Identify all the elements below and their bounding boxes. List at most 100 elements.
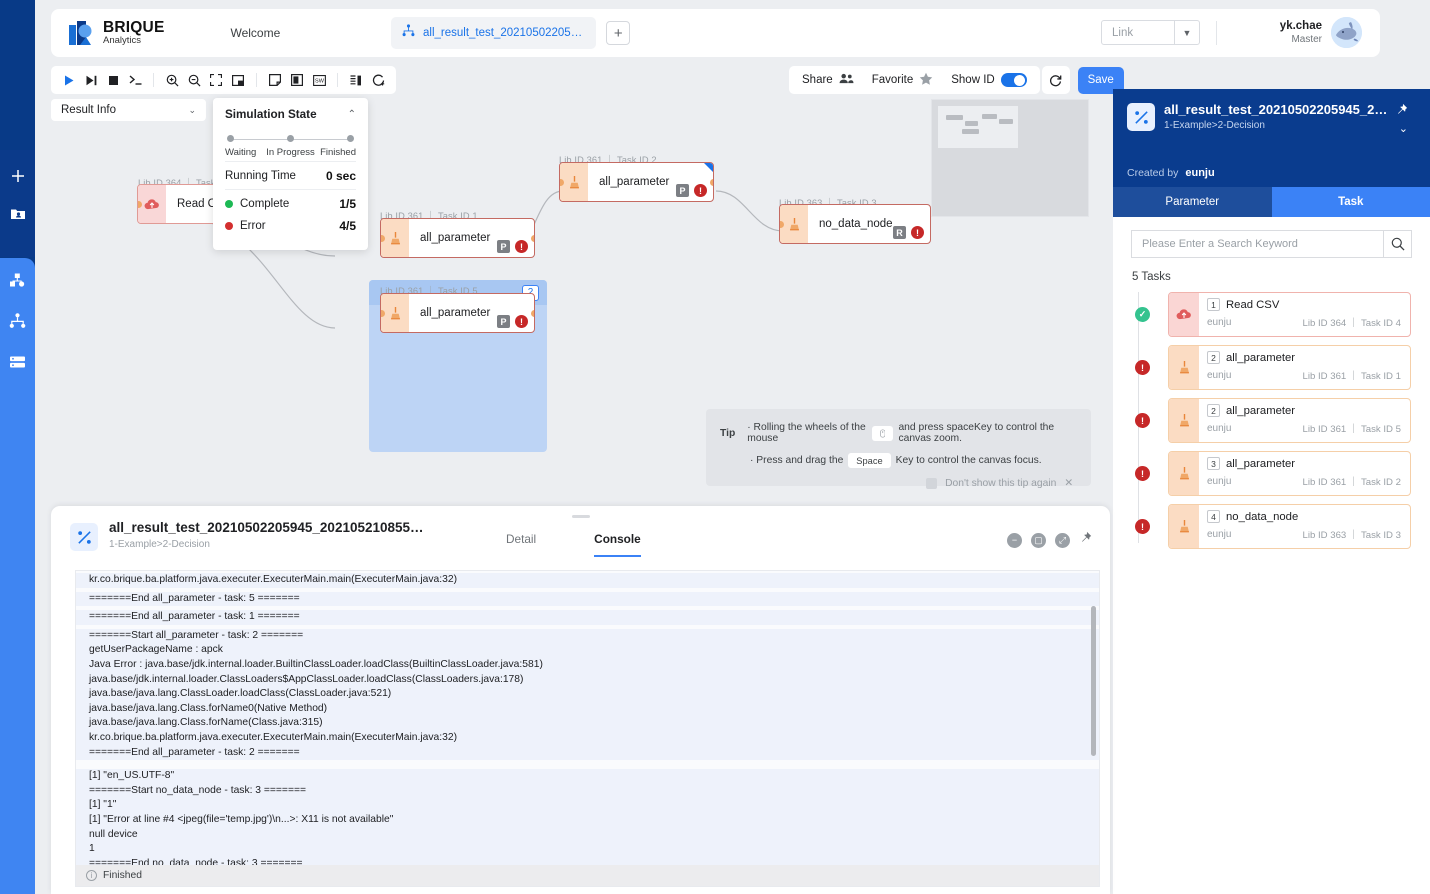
action-group: Share Favorite Show ID — [789, 66, 1040, 94]
task-number: 1 — [1207, 298, 1220, 311]
list-icon[interactable] — [346, 70, 366, 90]
minimap-icon[interactable] — [228, 70, 248, 90]
show-id-toggle[interactable]: Show ID — [942, 66, 1035, 94]
port-in[interactable] — [381, 309, 385, 317]
avatar[interactable] — [1331, 17, 1362, 48]
snapshot-icon[interactable] — [287, 70, 307, 90]
port-out[interactable] — [530, 309, 534, 317]
simulation-progress: Waiting In Progress Finished — [225, 135, 356, 161]
task-card: 4 no_data_node eunju Lib ID 363 ｜ Task I… — [1168, 504, 1411, 549]
port-out[interactable] — [709, 178, 713, 186]
console-line: =======End all_parameter - task: 5 =====… — [89, 592, 300, 604]
result-info-dropdown[interactable]: Result Info ⌄ — [51, 99, 206, 121]
database-icon[interactable] — [8, 352, 28, 372]
show-id-label: Show ID — [951, 74, 995, 86]
hierarchy-icon[interactable] — [8, 311, 28, 331]
port-in[interactable] — [381, 234, 385, 242]
badge-p: P — [497, 240, 510, 253]
console-status-text: Finished — [103, 870, 142, 881]
minimize-icon[interactable]: − — [1007, 532, 1022, 548]
tab-parameter[interactable]: Parameter — [1113, 187, 1272, 217]
canvas-node-all-parameter-2[interactable]: all_parameter P ! — [559, 162, 714, 202]
rail-top-group — [0, 150, 35, 257]
fit-screen-icon[interactable] — [206, 70, 226, 90]
error-status-dot — [225, 222, 233, 230]
canvas-minimap[interactable] — [931, 99, 1089, 217]
user-menu[interactable]: yk.chae Master — [1280, 17, 1362, 48]
step-label-inprogress: In Progress — [266, 147, 315, 158]
add-tab-button[interactable]: + — [606, 21, 631, 45]
node-badges: P ! — [497, 240, 528, 253]
refresh-button[interactable] — [1041, 66, 1070, 94]
favorite-button[interactable]: Favorite — [863, 66, 943, 94]
workflow-nodes-icon[interactable] — [8, 270, 28, 290]
minimap-viewport[interactable] — [938, 106, 1018, 148]
port-out[interactable] — [530, 234, 534, 242]
task-name: no_data_node — [1226, 510, 1299, 523]
note-icon[interactable] — [265, 70, 285, 90]
status-ok-icon: ✓ — [1135, 307, 1150, 322]
step-forward-icon[interactable] — [81, 70, 101, 90]
pin-icon[interactable] — [1079, 531, 1092, 549]
document-tabstrip: all_result_test_20210502205… + — [391, 17, 631, 49]
port-in[interactable] — [780, 220, 784, 228]
link-select-value: Link — [1112, 26, 1134, 39]
tab-detail[interactable]: Detail — [506, 532, 536, 557]
complete-row: Complete 1/5 — [225, 189, 356, 217]
document-tab[interactable]: all_result_test_20210502205… — [391, 17, 597, 49]
port-in[interactable] — [560, 178, 564, 186]
toggle-switch[interactable] — [1000, 73, 1027, 87]
divider — [337, 73, 338, 87]
zoom-out-icon[interactable] — [184, 70, 204, 90]
app-header: BRIQUE Analytics Welcome all_result_test… — [51, 9, 1380, 57]
zoom-in-icon[interactable] — [162, 70, 182, 90]
collapse-icon[interactable]: ⌃ — [348, 109, 356, 120]
broom-icon — [381, 294, 409, 332]
task-list: ✓ 1 Read CSV eunju Lib ID 364 ｜ Task ID … — [1113, 292, 1430, 549]
task-list-item[interactable]: ! 4 no_data_node eunju Lib ID 363 ｜ Task… — [1132, 504, 1430, 549]
share-button[interactable]: Share — [793, 66, 863, 94]
brand-logo[interactable]: BRIQUE Analytics — [68, 19, 164, 47]
task-count-label: 5 Tasks — [1132, 271, 1171, 283]
stop-icon[interactable] — [103, 70, 123, 90]
link-select[interactable]: Link ▼ — [1101, 20, 1200, 45]
tab-task[interactable]: Task — [1271, 187, 1430, 217]
task-list-item[interactable]: ! 2 all_parameter eunju Lib ID 361 ｜ Tas… — [1132, 398, 1430, 443]
bottom-panel: all_result_test_20210502205945_202105210… — [51, 506, 1110, 894]
sw-icon[interactable]: SW — [309, 70, 329, 90]
port-in[interactable] — [138, 200, 142, 208]
console-block: kr.co.brique.ba.platform.java.executer.E… — [76, 573, 1099, 588]
task-card: 2 all_parameter eunju Lib ID 361 ｜ Task … — [1168, 398, 1411, 443]
status-error-icon: ! — [1135, 519, 1150, 534]
console-output[interactable]: kr.co.brique.ba.platform.java.executer.E… — [75, 570, 1100, 887]
task-search-input[interactable]: Please Enter a Search Keyword — [1131, 230, 1383, 258]
canvas-node-all-parameter-5[interactable]: all_parameter P ! — [380, 293, 535, 333]
chevron-down-icon: ⌄ — [188, 104, 196, 115]
right-panel-subtitle: 1-Example>2-Decision — [1164, 120, 1265, 131]
console-block: =======End all_parameter - task: 1 =====… — [76, 610, 1099, 625]
task-list-item[interactable]: ! 2 all_parameter eunju Lib ID 361 ｜ Tas… — [1132, 345, 1430, 390]
canvas-node-no-data-node[interactable]: no_data_node R ! — [779, 204, 931, 244]
search-icon[interactable] — [1383, 230, 1412, 258]
terminal-icon[interactable] — [125, 70, 145, 90]
tab-console[interactable]: Console — [594, 532, 641, 557]
task-list-item[interactable]: ✓ 1 Read CSV eunju Lib ID 364 ｜ Task ID … — [1132, 292, 1430, 337]
console-block: [1] "en_US.UTF-8" =======Start no_data_n… — [76, 769, 1099, 872]
task-search: Please Enter a Search Keyword — [1113, 217, 1430, 271]
add-icon[interactable] — [8, 166, 28, 186]
run-icon[interactable] — [59, 70, 79, 90]
close-icon[interactable]: ✕ — [1064, 477, 1073, 489]
task-card: 2 all_parameter eunju Lib ID 361 ｜ Task … — [1168, 345, 1411, 390]
folder-user-icon[interactable] — [8, 204, 28, 224]
validate-icon[interactable] — [368, 70, 388, 90]
console-scrollbar[interactable] — [1091, 606, 1096, 756]
bottom-panel-controls: − ▢ ⤢ — [1007, 531, 1092, 549]
canvas-node-all-parameter-1[interactable]: all_parameter P ! — [380, 218, 535, 258]
pin-icon[interactable] — [1395, 103, 1408, 119]
chevron-down-icon[interactable]: ⌄ — [1399, 122, 1408, 135]
tip-line-1: Tip · Rolling the wheels of the mouse an… — [720, 422, 1073, 444]
window-icon[interactable]: ▢ — [1031, 532, 1046, 548]
task-list-item[interactable]: ! 3 all_parameter eunju Lib ID 361 ｜ Tas… — [1132, 451, 1430, 496]
expand-icon[interactable]: ⤢ — [1055, 532, 1070, 548]
dont-show-checkbox[interactable] — [926, 477, 938, 489]
